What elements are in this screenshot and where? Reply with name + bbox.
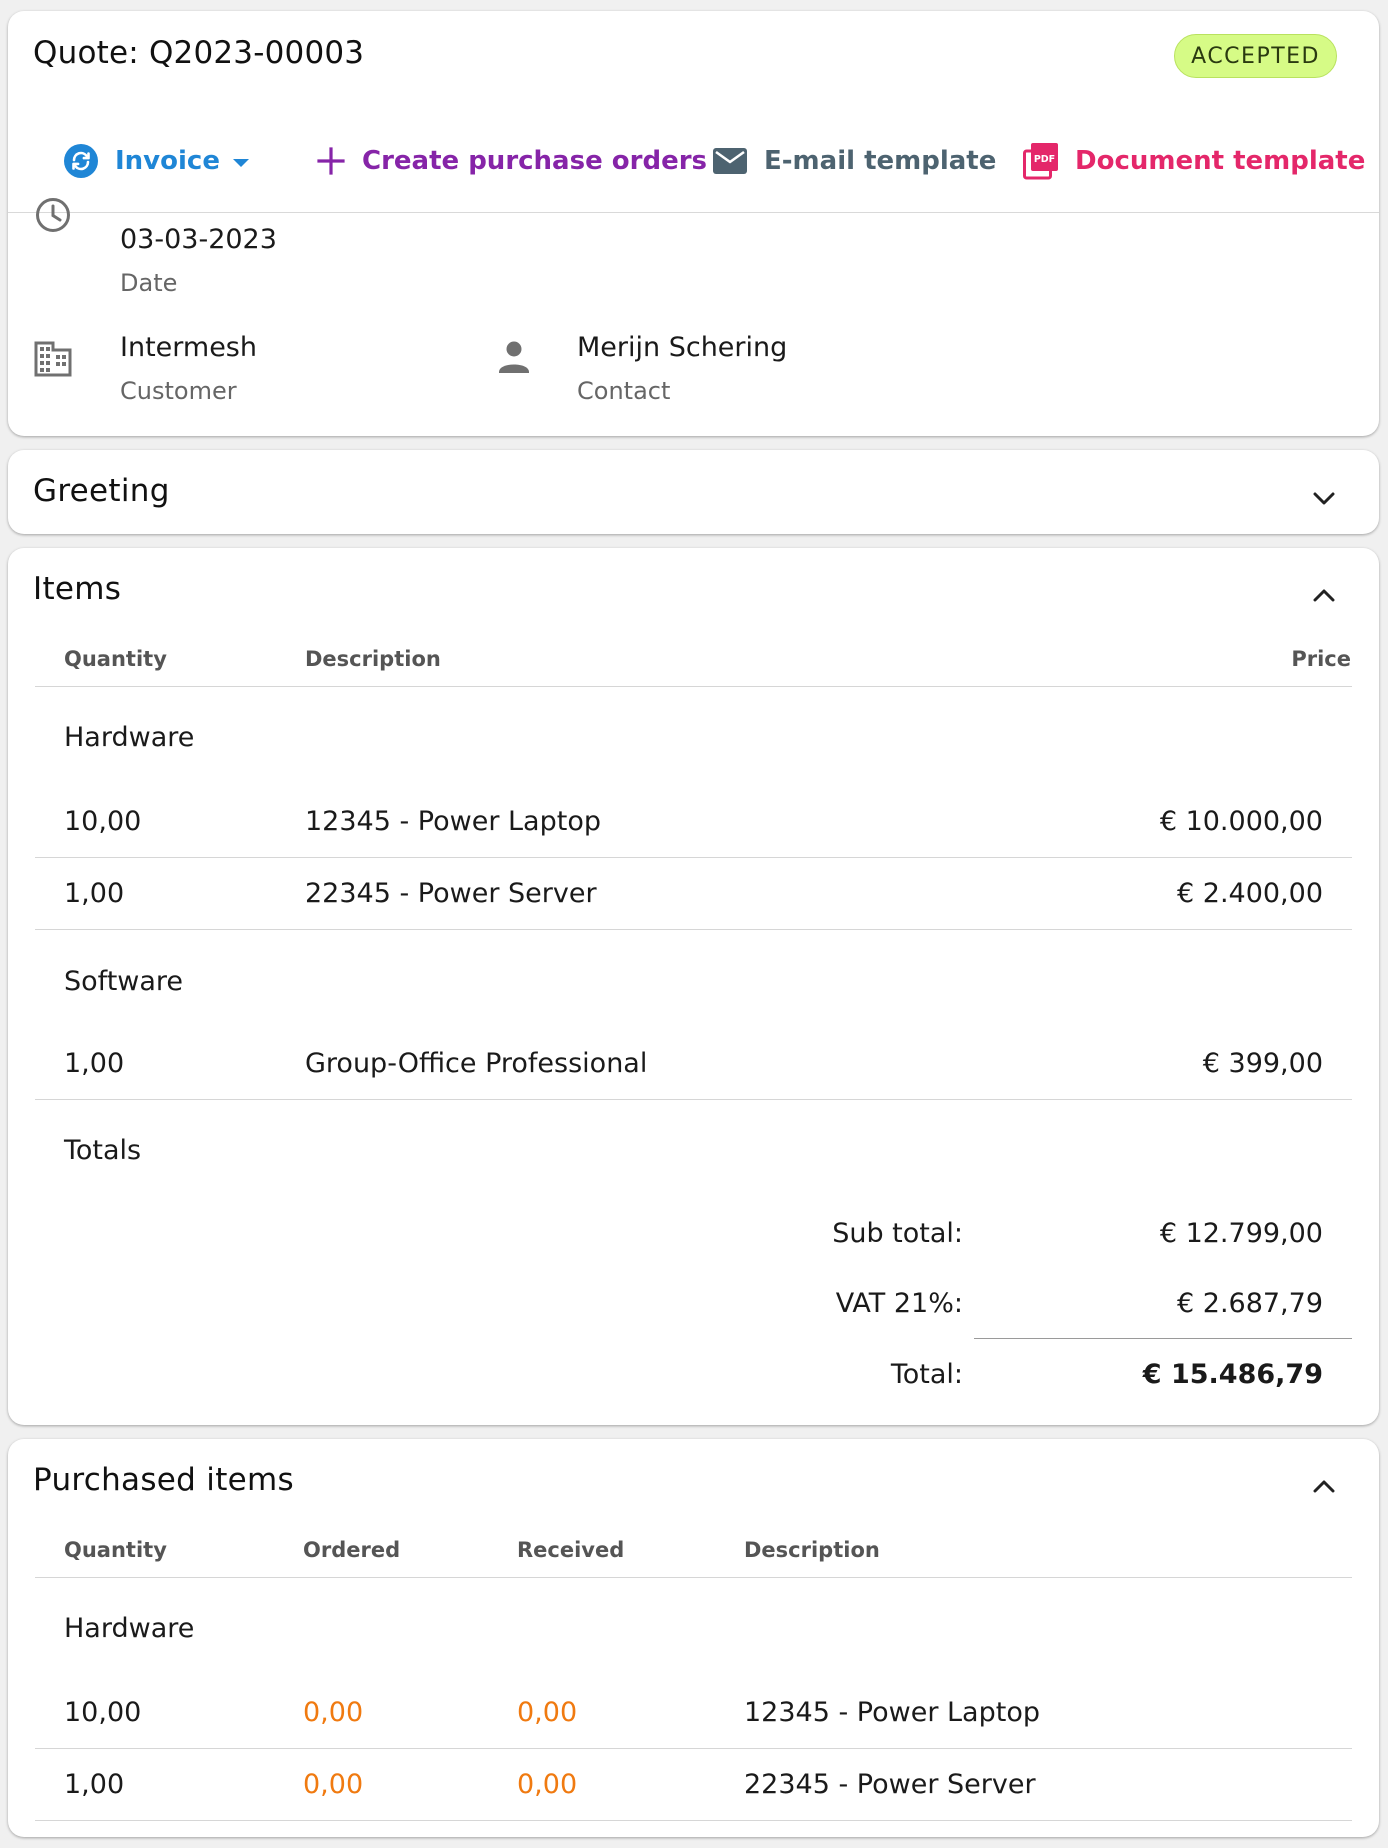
row-description: Group-Office Professional — [305, 1048, 648, 1079]
chevron-up-icon[interactable] — [1309, 1471, 1339, 1501]
row-description: 22345 - Power Server — [305, 878, 597, 909]
invoice-button-label: Invoice — [115, 146, 220, 176]
subtotal-label: Sub total: — [832, 1218, 963, 1249]
group-label-hardware: Hardware — [64, 722, 195, 753]
customer-label: Customer — [120, 377, 237, 405]
column-header-price[interactable]: Price — [1291, 647, 1351, 671]
quote-detail-page: Quote: Q2023-00003 ACCEPTED Invoice Crea… — [0, 0, 1388, 1848]
pdf-icon-text: PDF — [1034, 154, 1055, 165]
row-description: 22345 - Power Server — [744, 1769, 1036, 1800]
row-price: € 2.400,00 — [1177, 878, 1323, 909]
create-purchase-orders-button[interactable]: Create purchase orders — [316, 141, 707, 181]
column-header-received[interactable]: Received — [517, 1538, 624, 1562]
group-label-software: Software — [64, 966, 184, 997]
row-description: 12345 - Power Laptop — [744, 1697, 1040, 1728]
quote-toolbar: Invoice Create purchase orders E-mail te… — [8, 109, 1379, 213]
quote-header-card: Quote: Q2023-00003 ACCEPTED Invoice Crea… — [8, 11, 1379, 436]
document-template-button[interactable]: PDF Document template — [1023, 141, 1365, 181]
contact-label: Contact — [577, 377, 671, 405]
header-divider — [35, 1577, 1352, 1578]
row-ordered: 0,00 — [303, 1769, 364, 1800]
purchased-items-section: Purchased items Quantity Ordered Receive… — [8, 1439, 1379, 1837]
column-header-description[interactable]: Description — [744, 1538, 880, 1562]
sync-icon — [63, 143, 99, 179]
group-label-hardware: Hardware — [64, 1613, 195, 1644]
column-header-description[interactable]: Description — [305, 647, 441, 671]
email-template-button[interactable]: E-mail template — [712, 141, 996, 181]
row-price: € 399,00 — [1202, 1048, 1323, 1079]
status-badge: ACCEPTED — [1174, 34, 1337, 78]
column-header-ordered[interactable]: Ordered — [303, 1538, 400, 1562]
row-quantity: 1,00 — [64, 1769, 125, 1800]
customer-value[interactable]: Intermesh — [120, 332, 257, 363]
vat-label: VAT 21%: — [835, 1288, 963, 1319]
column-header-quantity[interactable]: Quantity — [64, 647, 167, 671]
subtotal-value: € 12.799,00 — [1159, 1218, 1323, 1249]
totals-divider — [974, 1338, 1352, 1339]
group-label-totals: Totals — [64, 1135, 142, 1166]
total-label: Total: — [890, 1359, 963, 1390]
page-title: Quote: Q2023-00003 — [33, 35, 365, 71]
items-section: Items Quantity Description Price Hardwar… — [8, 548, 1379, 1425]
document-template-label: Document template — [1075, 146, 1366, 176]
greeting-section[interactable]: Greeting — [8, 450, 1379, 534]
date-value: 03-03-2023 — [120, 224, 277, 255]
building-icon — [34, 341, 72, 381]
contact-value[interactable]: Merijn Schering — [577, 332, 787, 363]
email-template-label: E-mail template — [764, 146, 997, 176]
row-divider — [35, 857, 1352, 858]
header-divider — [35, 686, 1352, 687]
caret-down-icon — [232, 146, 250, 176]
row-divider — [35, 929, 1352, 930]
invoice-button[interactable]: Invoice — [63, 141, 250, 181]
row-divider — [35, 1099, 1352, 1100]
greeting-title: Greeting — [33, 473, 170, 509]
total-value: € 15.486,79 — [1142, 1359, 1323, 1390]
row-divider — [35, 1820, 1352, 1821]
person-icon — [497, 339, 531, 379]
row-received: 0,00 — [517, 1697, 578, 1728]
chevron-up-icon[interactable] — [1309, 580, 1339, 610]
chevron-down-icon[interactable] — [1309, 484, 1339, 514]
purchased-items-title: Purchased items — [33, 1462, 294, 1498]
items-title: Items — [33, 571, 122, 607]
create-purchase-orders-label: Create purchase orders — [362, 146, 707, 176]
pdf-icon: PDF — [1023, 142, 1059, 180]
row-received: 0,00 — [517, 1769, 578, 1800]
row-quantity: 10,00 — [64, 806, 142, 837]
row-quantity: 1,00 — [64, 878, 125, 909]
row-quantity: 10,00 — [64, 1697, 142, 1728]
clock-icon — [34, 196, 72, 238]
vat-value: € 2.687,79 — [1177, 1288, 1323, 1319]
row-quantity: 1,00 — [64, 1048, 125, 1079]
mail-icon — [712, 146, 748, 176]
row-description: 12345 - Power Laptop — [305, 806, 601, 837]
column-header-quantity[interactable]: Quantity — [64, 1538, 167, 1562]
row-price: € 10.000,00 — [1159, 806, 1323, 837]
row-divider — [35, 1748, 1352, 1749]
date-label: Date — [120, 269, 178, 297]
plus-icon — [316, 146, 346, 176]
row-ordered: 0,00 — [303, 1697, 364, 1728]
